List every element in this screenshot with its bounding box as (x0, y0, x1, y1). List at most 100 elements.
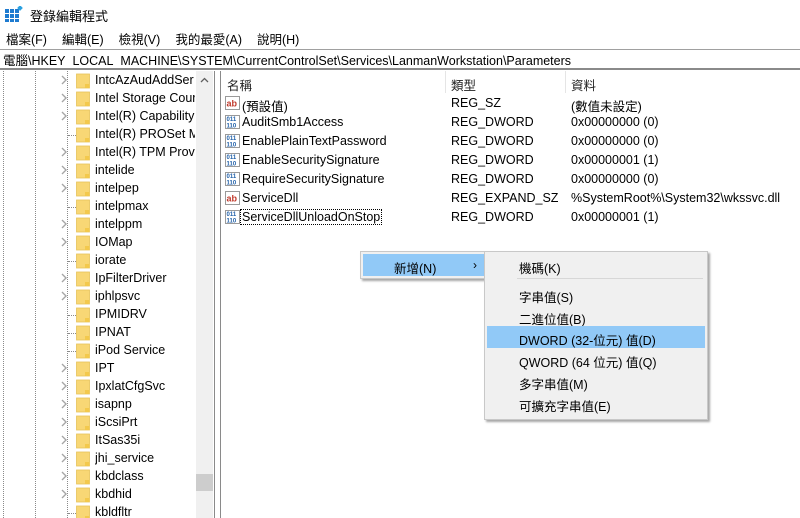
tree-item[interactable]: iScsiPrt (0, 414, 214, 432)
menu-edit[interactable]: 編輯(E) (56, 29, 104, 48)
folder-icon (76, 487, 90, 503)
tree-item[interactable]: kbdhid (0, 486, 214, 504)
folder-icon (76, 307, 90, 323)
expand-chevron-icon[interactable] (60, 470, 72, 484)
tree-item[interactable]: Intel(R) TPM Provi (0, 144, 214, 162)
tree-item[interactable]: IPT (0, 360, 214, 378)
value-row[interactable]: 011 110 EnablePlainTextPassword REG_DWORD 0x… (221, 132, 800, 151)
pane-splitter[interactable] (214, 71, 221, 518)
tree-item-label: IPT (95, 361, 115, 375)
expand-chevron-icon[interactable] (60, 398, 72, 412)
key-tree: IntcAzAudAddSer Intel Storage Cour Intel(R… (0, 71, 214, 518)
tree-item[interactable]: intelppm (0, 216, 214, 234)
tree-item[interactable]: IPMIDRV (0, 306, 214, 324)
tree-item[interactable]: IOMap (0, 234, 214, 252)
folder-icon (76, 379, 90, 395)
value-row[interactable]: 011 110 EnableSecuritySignature REG_DWORD 0x… (221, 151, 800, 170)
tree-item[interactable]: iorate (0, 252, 214, 270)
menu-item-label: 機碼(K) (519, 262, 561, 276)
value-row[interactable]: 011 110 AuditSmb1Access REG_DWORD 0x00000000… (221, 113, 800, 132)
tree-item[interactable]: kbdclass (0, 468, 214, 486)
tree-item[interactable]: IpxlatCfgSvc (0, 378, 214, 396)
folder-icon (76, 343, 90, 359)
address-bar (0, 49, 800, 70)
registry-editor-icon (5, 6, 23, 22)
menu-item-qword-value[interactable]: QWORD (64 位元) 值(Q) (487, 348, 705, 370)
scroll-up-button[interactable] (196, 71, 213, 88)
menu-favorites[interactable]: 我的最愛(A) (169, 29, 242, 48)
tree-item[interactable]: kbldfltr (0, 504, 214, 518)
value-row[interactable]: ab ServiceDll REG_EXPAND_SZ %SystemRoot%\Sy… (221, 189, 800, 208)
tree-item[interactable]: ItSas35i (0, 432, 214, 450)
value-row[interactable]: 011 110 ServiceDllUnloadOnStop REG_DWORD 0x0… (221, 208, 800, 227)
menu-item-multi-string-value[interactable]: 多字串值(M) (487, 370, 705, 392)
menu-item-dword-value[interactable]: DWORD (32-位元) 值(D) (487, 326, 705, 348)
tree-item-label: iorate (95, 253, 127, 267)
expand-chevron-icon[interactable] (60, 452, 72, 466)
tree-item[interactable]: Intel(R) Capability (0, 108, 214, 126)
menu-help[interactable]: 說明(H) (251, 29, 299, 48)
tree-item-label: iphlpsvc (95, 289, 141, 303)
folder-icon (76, 235, 90, 251)
tree-item-label: kbdclass (95, 469, 144, 483)
expand-chevron-icon[interactable] (60, 380, 72, 394)
tree-item[interactable]: iPod Service (0, 342, 214, 360)
value-row[interactable]: 011 110 RequireSecuritySignature REG_DWORD 0… (221, 170, 800, 189)
tree-connector (68, 207, 76, 208)
menu-view[interactable]: 檢視(V) (113, 29, 161, 48)
tree-scrollbar[interactable] (196, 71, 213, 518)
expand-chevron-icon[interactable] (60, 146, 72, 160)
expand-chevron-icon[interactable] (60, 92, 72, 106)
folder-icon (76, 325, 90, 341)
tree-item[interactable]: intelpmax (0, 198, 214, 216)
menu-item-key[interactable]: 機碼(K) (487, 254, 705, 276)
address-input[interactable] (3, 52, 793, 66)
expand-chevron-icon[interactable] (60, 362, 72, 376)
expand-chevron-icon[interactable] (60, 182, 72, 196)
expand-chevron-icon[interactable] (60, 164, 72, 178)
expand-chevron-icon[interactable] (60, 416, 72, 430)
expand-chevron-icon[interactable] (60, 110, 72, 124)
expand-chevron-icon[interactable] (60, 434, 72, 448)
svg-text:ab: ab (227, 99, 238, 109)
tree-item[interactable]: Intel(R) PROSet M (0, 126, 214, 144)
value-row[interactable]: ab (預設值) REG_SZ (數值未設定) (221, 94, 800, 114)
tree-item-label: intelppm (95, 217, 143, 231)
tree-item-label: IPMIDRV (95, 307, 147, 321)
menu-item-new-label: 新增(N) (394, 262, 437, 276)
menu-item-string-value[interactable]: 字串值(S) (487, 283, 705, 305)
menu-item-label: 多字串值(M) (519, 378, 588, 392)
tree-connector (68, 513, 76, 514)
column-header-type[interactable]: 類型 (451, 75, 476, 94)
value-name: AuditSmb1Access (242, 115, 344, 129)
tree-item[interactable]: intelpep (0, 180, 214, 198)
tree-item[interactable]: IPNAT (0, 324, 214, 342)
column-separator[interactable] (565, 71, 566, 93)
column-header-name[interactable]: 名稱 (227, 75, 252, 94)
column-separator[interactable] (445, 71, 446, 93)
folder-icon (76, 469, 90, 485)
expand-chevron-icon[interactable] (60, 74, 72, 88)
tree-item[interactable]: Intel Storage Cour (0, 90, 214, 108)
tree-item[interactable]: isapnp (0, 396, 214, 414)
tree-item[interactable]: iphlpsvc (0, 288, 214, 306)
tree-item-label: ItSas35i (95, 433, 141, 447)
tree-connector (68, 135, 76, 136)
value-type: REG_EXPAND_SZ (451, 191, 559, 205)
folder-icon (76, 109, 90, 125)
tree-item[interactable]: IntcAzAudAddSer (0, 72, 214, 90)
tree-item[interactable]: jhi_service (0, 450, 214, 468)
column-header-data[interactable]: 資料 (571, 75, 596, 94)
expand-chevron-icon[interactable] (60, 290, 72, 304)
menu-item-binary-value[interactable]: 二進位值(B) (487, 305, 705, 327)
menu-item-expandable-string-value[interactable]: 可擴充字串值(E) (487, 392, 705, 414)
expand-chevron-icon[interactable] (60, 218, 72, 232)
menu-item-new[interactable]: 新增(N) › (363, 254, 484, 276)
expand-chevron-icon[interactable] (60, 272, 72, 286)
expand-chevron-icon[interactable] (60, 488, 72, 502)
tree-item[interactable]: intelide (0, 162, 214, 180)
scroll-thumb[interactable] (196, 474, 213, 491)
menu-file[interactable]: 檔案(F) (0, 29, 47, 48)
expand-chevron-icon[interactable] (60, 236, 72, 250)
tree-item[interactable]: IpFilterDriver (0, 270, 214, 288)
